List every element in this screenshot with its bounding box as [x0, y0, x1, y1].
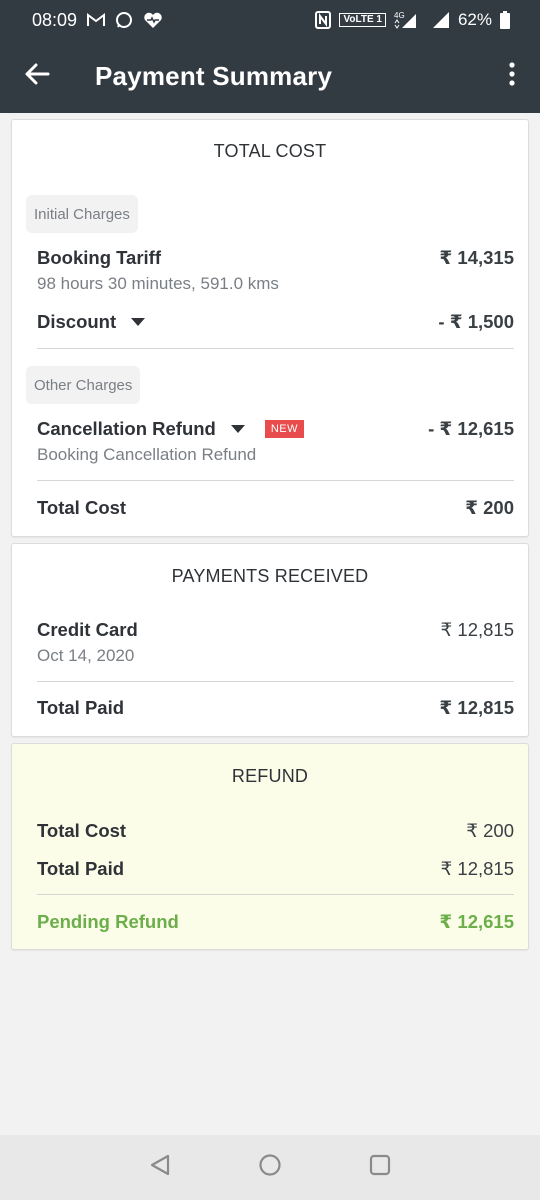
total-cost-row: Total Cost ₹ 200 — [37, 497, 514, 519]
square-recents-icon — [369, 1154, 391, 1181]
vertical-dots-icon — [508, 62, 516, 91]
refund-total-paid-label: Total Paid — [37, 858, 125, 879]
credit-card-label: Credit Card — [37, 619, 138, 640]
divider — [37, 348, 514, 349]
total-paid-label: Total Paid — [37, 697, 125, 718]
credit-card-row: Credit Card ₹ 12,815 — [37, 619, 514, 641]
nfc-icon — [315, 11, 332, 29]
new-badge: NEW — [264, 420, 305, 438]
discount-row[interactable]: Discount - ₹ 1,500 — [37, 311, 514, 333]
pending-refund-label: Pending Refund — [37, 911, 179, 932]
booking-tariff-label: Booking Tariff — [37, 247, 162, 268]
pending-refund-value: ₹ 12,615 — [439, 911, 514, 932]
refund-heading: REFUND — [231, 766, 309, 786]
total-cost-value: ₹ 200 — [465, 497, 514, 518]
system-nav-bar — [0, 1135, 540, 1200]
booking-tariff-row: Booking Tariff ₹ 14,315 — [37, 247, 514, 269]
battery-percent: 62% — [457, 10, 492, 29]
volte-indicator: VoLTE 1 — [339, 13, 386, 27]
refund-total-cost-value: ₹ 200 — [466, 820, 514, 841]
payments-received-heading: PAYMENTS RECEIVED — [171, 566, 369, 586]
divider — [37, 480, 514, 481]
overflow-menu-button[interactable] — [484, 40, 540, 113]
nav-back-button[interactable] — [105, 1135, 215, 1200]
booking-tariff-detail: 98 hours 30 minutes, 591.0 kms — [37, 274, 279, 293]
svg-text:4G: 4G — [394, 11, 405, 20]
total-cost-heading: TOTAL COST — [213, 141, 327, 161]
other-charges-chip: Other Charges — [26, 366, 141, 404]
discount-expand-icon[interactable] — [131, 318, 146, 326]
arrow-left-icon — [24, 63, 50, 90]
battery-icon — [500, 11, 510, 29]
discount-label: Discount — [37, 311, 117, 332]
discount-value: - ₹ 1,500 — [438, 311, 514, 332]
back-button[interactable] — [0, 40, 74, 113]
payment-date: Oct 14, 2020 — [37, 646, 135, 665]
refund-total-cost-label: Total Cost — [37, 820, 127, 841]
page-title: Payment Summary — [95, 61, 333, 91]
status-time: 08:09 — [32, 9, 78, 30]
gmail-icon — [87, 13, 106, 27]
divider — [37, 894, 514, 895]
refund-total-paid-row: Total Paid ₹ 12,815 — [37, 858, 514, 880]
total-paid-row: Total Paid ₹ 12,815 — [37, 697, 514, 719]
total-paid-value: ₹ 12,815 — [439, 697, 514, 718]
cancellation-refund-row[interactable]: Cancellation Refund NEW - ₹ 12,615 — [37, 418, 514, 440]
cancellation-refund-detail: Booking Cancellation Refund — [37, 445, 257, 464]
total-cost-card: TOTAL COST Initial Charges Booking Tarif… — [11, 119, 529, 537]
initial-charges-chip: Initial Charges — [26, 195, 138, 233]
refund-card: REFUND Total Cost ₹ 200 Total Paid ₹ 12,… — [11, 743, 529, 950]
cancellation-expand-icon[interactable] — [230, 425, 245, 433]
triangle-back-icon — [149, 1154, 171, 1181]
app-bar: Payment Summary — [0, 40, 540, 113]
refund-total-paid-value: ₹ 12,815 — [440, 858, 515, 879]
whatsapp-icon — [115, 11, 133, 29]
health-heart-icon — [143, 11, 163, 29]
booking-tariff-value: ₹ 14,315 — [439, 247, 514, 268]
nav-recents-button[interactable] — [325, 1135, 435, 1200]
cancellation-refund-label: Cancellation Refund — [37, 418, 216, 439]
credit-card-value: ₹ 12,815 — [440, 619, 515, 640]
status-bar: 08:09 VoLTE 1 4G 62% — [0, 0, 540, 40]
signal-icon: 4G — [394, 11, 424, 29]
pending-refund-row: Pending Refund ₹ 12,615 — [37, 911, 514, 933]
divider — [37, 681, 514, 682]
signal-2-icon — [432, 11, 450, 29]
circle-home-icon — [258, 1153, 282, 1182]
refund-total-cost-row: Total Cost ₹ 200 — [37, 820, 514, 842]
total-cost-label: Total Cost — [37, 497, 127, 518]
nav-home-button[interactable] — [215, 1135, 325, 1200]
payments-received-card: PAYMENTS RECEIVED Credit Card ₹ 12,815 O… — [11, 543, 529, 737]
cancellation-refund-value: - ₹ 12,615 — [428, 418, 514, 439]
